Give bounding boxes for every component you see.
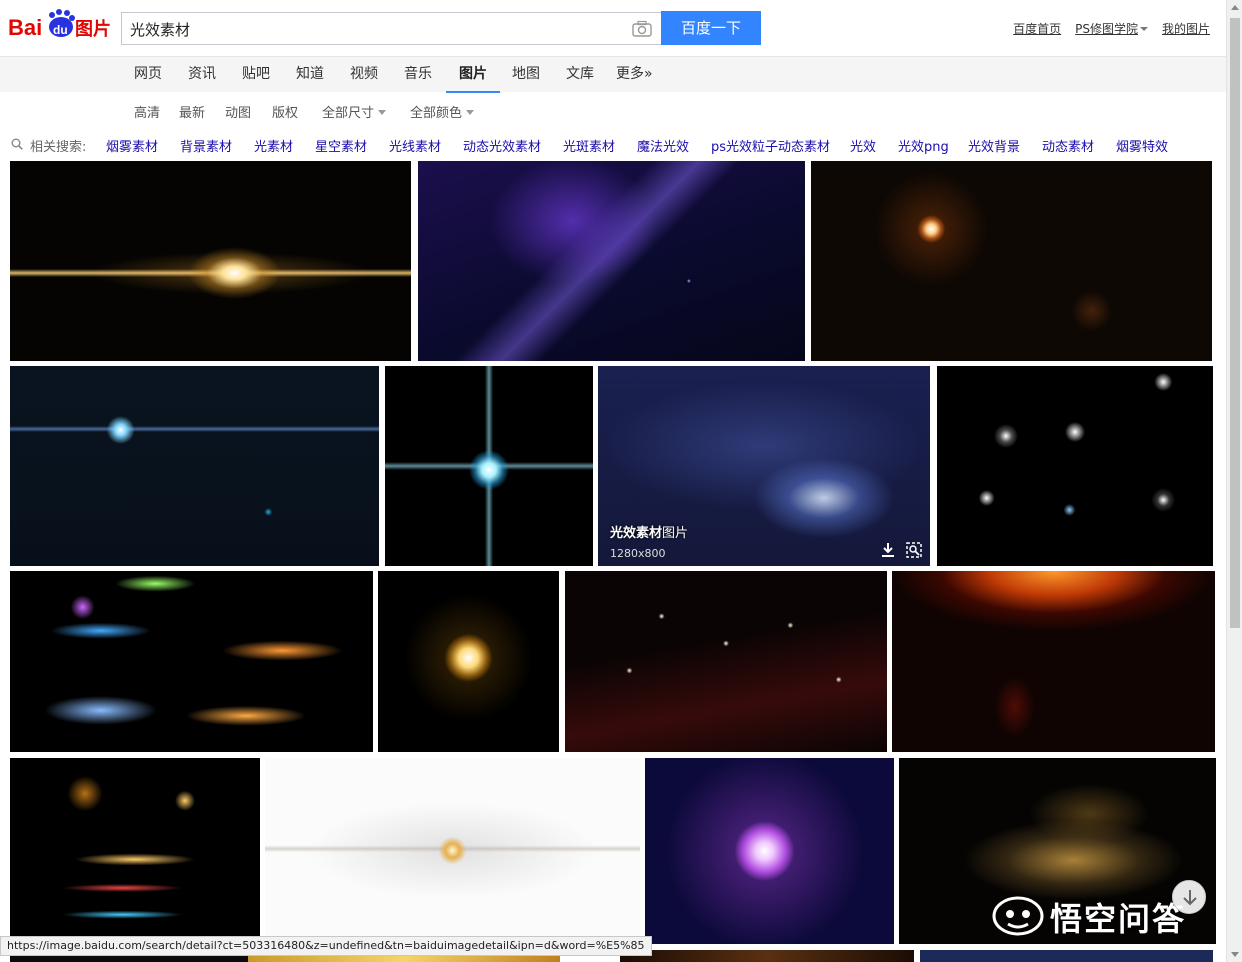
related-link[interactable]: 光效 (850, 136, 876, 155)
nav-images[interactable]: 图片 (446, 57, 500, 93)
related-link[interactable]: 光素材 (254, 136, 293, 155)
image-tile[interactable] (265, 758, 640, 936)
tile-actions (880, 542, 922, 558)
related-link[interactable]: 光线素材 (389, 136, 441, 155)
status-bar-url: https://image.baidu.com/search/detail?ct… (0, 936, 652, 956)
nav-bar: 网页 资讯 贴吧 知道 视频 音乐 图片 地图 文库 更多» (0, 56, 1226, 93)
image-tile[interactable] (937, 366, 1213, 566)
tile-caption: 光效素材图片 1280x800 (610, 522, 688, 560)
filter-size-label: 全部尺寸 (322, 106, 375, 121)
image-tile[interactable] (385, 366, 593, 566)
download-icon[interactable] (880, 542, 896, 558)
related-link[interactable]: 烟雾特效 (1116, 136, 1168, 155)
toplink-home[interactable]: 百度首页 (1013, 20, 1061, 37)
image-tile[interactable] (920, 950, 1213, 962)
related-link[interactable]: 星空素材 (315, 136, 367, 155)
filter-color-dropdown[interactable]: 全部颜色 (410, 102, 475, 121)
similar-search-icon[interactable] (906, 542, 922, 558)
baidu-logo[interactable]: Bai du 图片 (8, 8, 114, 42)
chevron-down-icon (466, 110, 475, 115)
related-link[interactable]: 背景素材 (180, 136, 232, 155)
camera-icon[interactable] (632, 20, 652, 38)
image-tile[interactable] (645, 758, 894, 944)
related-label: 相关搜索: (30, 140, 87, 155)
image-tile[interactable] (10, 366, 379, 566)
arrow-down-icon (1183, 890, 1197, 906)
tile-size: 1280x800 (610, 547, 666, 560)
nav-tieba[interactable]: 贴吧 (242, 57, 270, 93)
filter-copyright[interactable]: 版权 (272, 102, 298, 121)
search-button[interactable]: 百度一下 (661, 11, 761, 45)
filter-latest[interactable]: 最新 (179, 102, 205, 121)
image-tile[interactable] (892, 571, 1215, 752)
related-link[interactable]: 动态光效素材 (463, 136, 541, 155)
image-tile[interactable] (620, 950, 914, 962)
nav-more[interactable]: 更多» (616, 57, 653, 93)
vertical-scrollbar[interactable] (1226, 0, 1242, 962)
nav-zhidao[interactable]: 知道 (296, 57, 324, 93)
search-input[interactable] (130, 19, 610, 39)
page: Bai du 图片 百度一下 百度首页 PS修图学院 我的图片 网页 资讯 (0, 0, 1242, 962)
nav-map[interactable]: 地图 (512, 57, 540, 93)
filter-hd[interactable]: 高清 (134, 102, 160, 121)
svg-text:图片: 图片 (75, 18, 111, 40)
tile-title: 光效素材图片 (610, 522, 688, 541)
nav-wenku[interactable]: 文库 (566, 57, 594, 93)
tile-title-rest: 图片 (662, 526, 689, 541)
image-tile[interactable] (10, 571, 373, 752)
related-link[interactable]: 光斑素材 (563, 136, 615, 155)
filter-color-label: 全部颜色 (410, 106, 463, 121)
tile-title-bold: 光效素材 (610, 526, 663, 541)
related-link[interactable]: 光效png (898, 136, 949, 155)
watermark-text: 悟空问答 (1050, 900, 1187, 938)
filter-size-dropdown[interactable]: 全部尺寸 (322, 102, 387, 121)
scrollbar-thumb[interactable] (1230, 18, 1240, 628)
wukong-logo-icon (992, 896, 1044, 936)
svg-text:du: du (53, 23, 68, 37)
chevron-down-icon (378, 110, 387, 115)
image-tile[interactable] (811, 161, 1212, 361)
search-box (121, 12, 661, 45)
toplink-ps-academy-label: PS修图学院 (1075, 22, 1138, 36)
scroll-down-icon[interactable] (1231, 952, 1239, 957)
search-icon (11, 138, 23, 150)
related-searches: 相关搜索: 烟雾素材 背景素材 光素材 星空素材 光线素材 动态光效素材 光斑素… (0, 132, 1226, 156)
nav-web[interactable]: 网页 (134, 57, 162, 93)
image-tile[interactable] (418, 161, 805, 361)
image-tile[interactable] (10, 161, 411, 361)
image-tile[interactable]: 光效素材图片 1280x800 (598, 366, 930, 566)
nav-music[interactable]: 音乐 (404, 57, 432, 93)
toplink-ps-academy[interactable]: PS修图学院 (1075, 20, 1148, 37)
image-tile[interactable] (565, 571, 887, 752)
related-link[interactable]: 动态素材 (1042, 136, 1094, 155)
back-to-top-button[interactable] (1172, 880, 1206, 914)
nav-video[interactable]: 视频 (350, 57, 378, 93)
toplink-my-images[interactable]: 我的图片 (1162, 20, 1210, 37)
related-link[interactable]: 光效背景 (968, 136, 1020, 155)
top-links: 百度首页 PS修图学院 我的图片 (1013, 20, 1210, 37)
filter-animated[interactable]: 动图 (225, 102, 251, 121)
filter-bar: 高清 最新 动图 版权 全部尺寸 全部颜色 (0, 92, 1226, 126)
image-tile[interactable] (10, 758, 260, 936)
header: Bai du 图片 百度一下 百度首页 PS修图学院 我的图片 (0, 0, 1226, 56)
chevron-down-icon (1139, 27, 1148, 31)
nav-news[interactable]: 资讯 (188, 57, 216, 93)
image-tile[interactable] (378, 571, 559, 752)
svg-text:Bai: Bai (8, 15, 42, 40)
related-link[interactable]: 烟雾素材 (106, 136, 158, 155)
related-link[interactable]: ps光效粒子动态素材 (711, 136, 830, 155)
related-link[interactable]: 魔法光效 (637, 136, 689, 155)
scroll-up-icon[interactable] (1231, 5, 1239, 10)
